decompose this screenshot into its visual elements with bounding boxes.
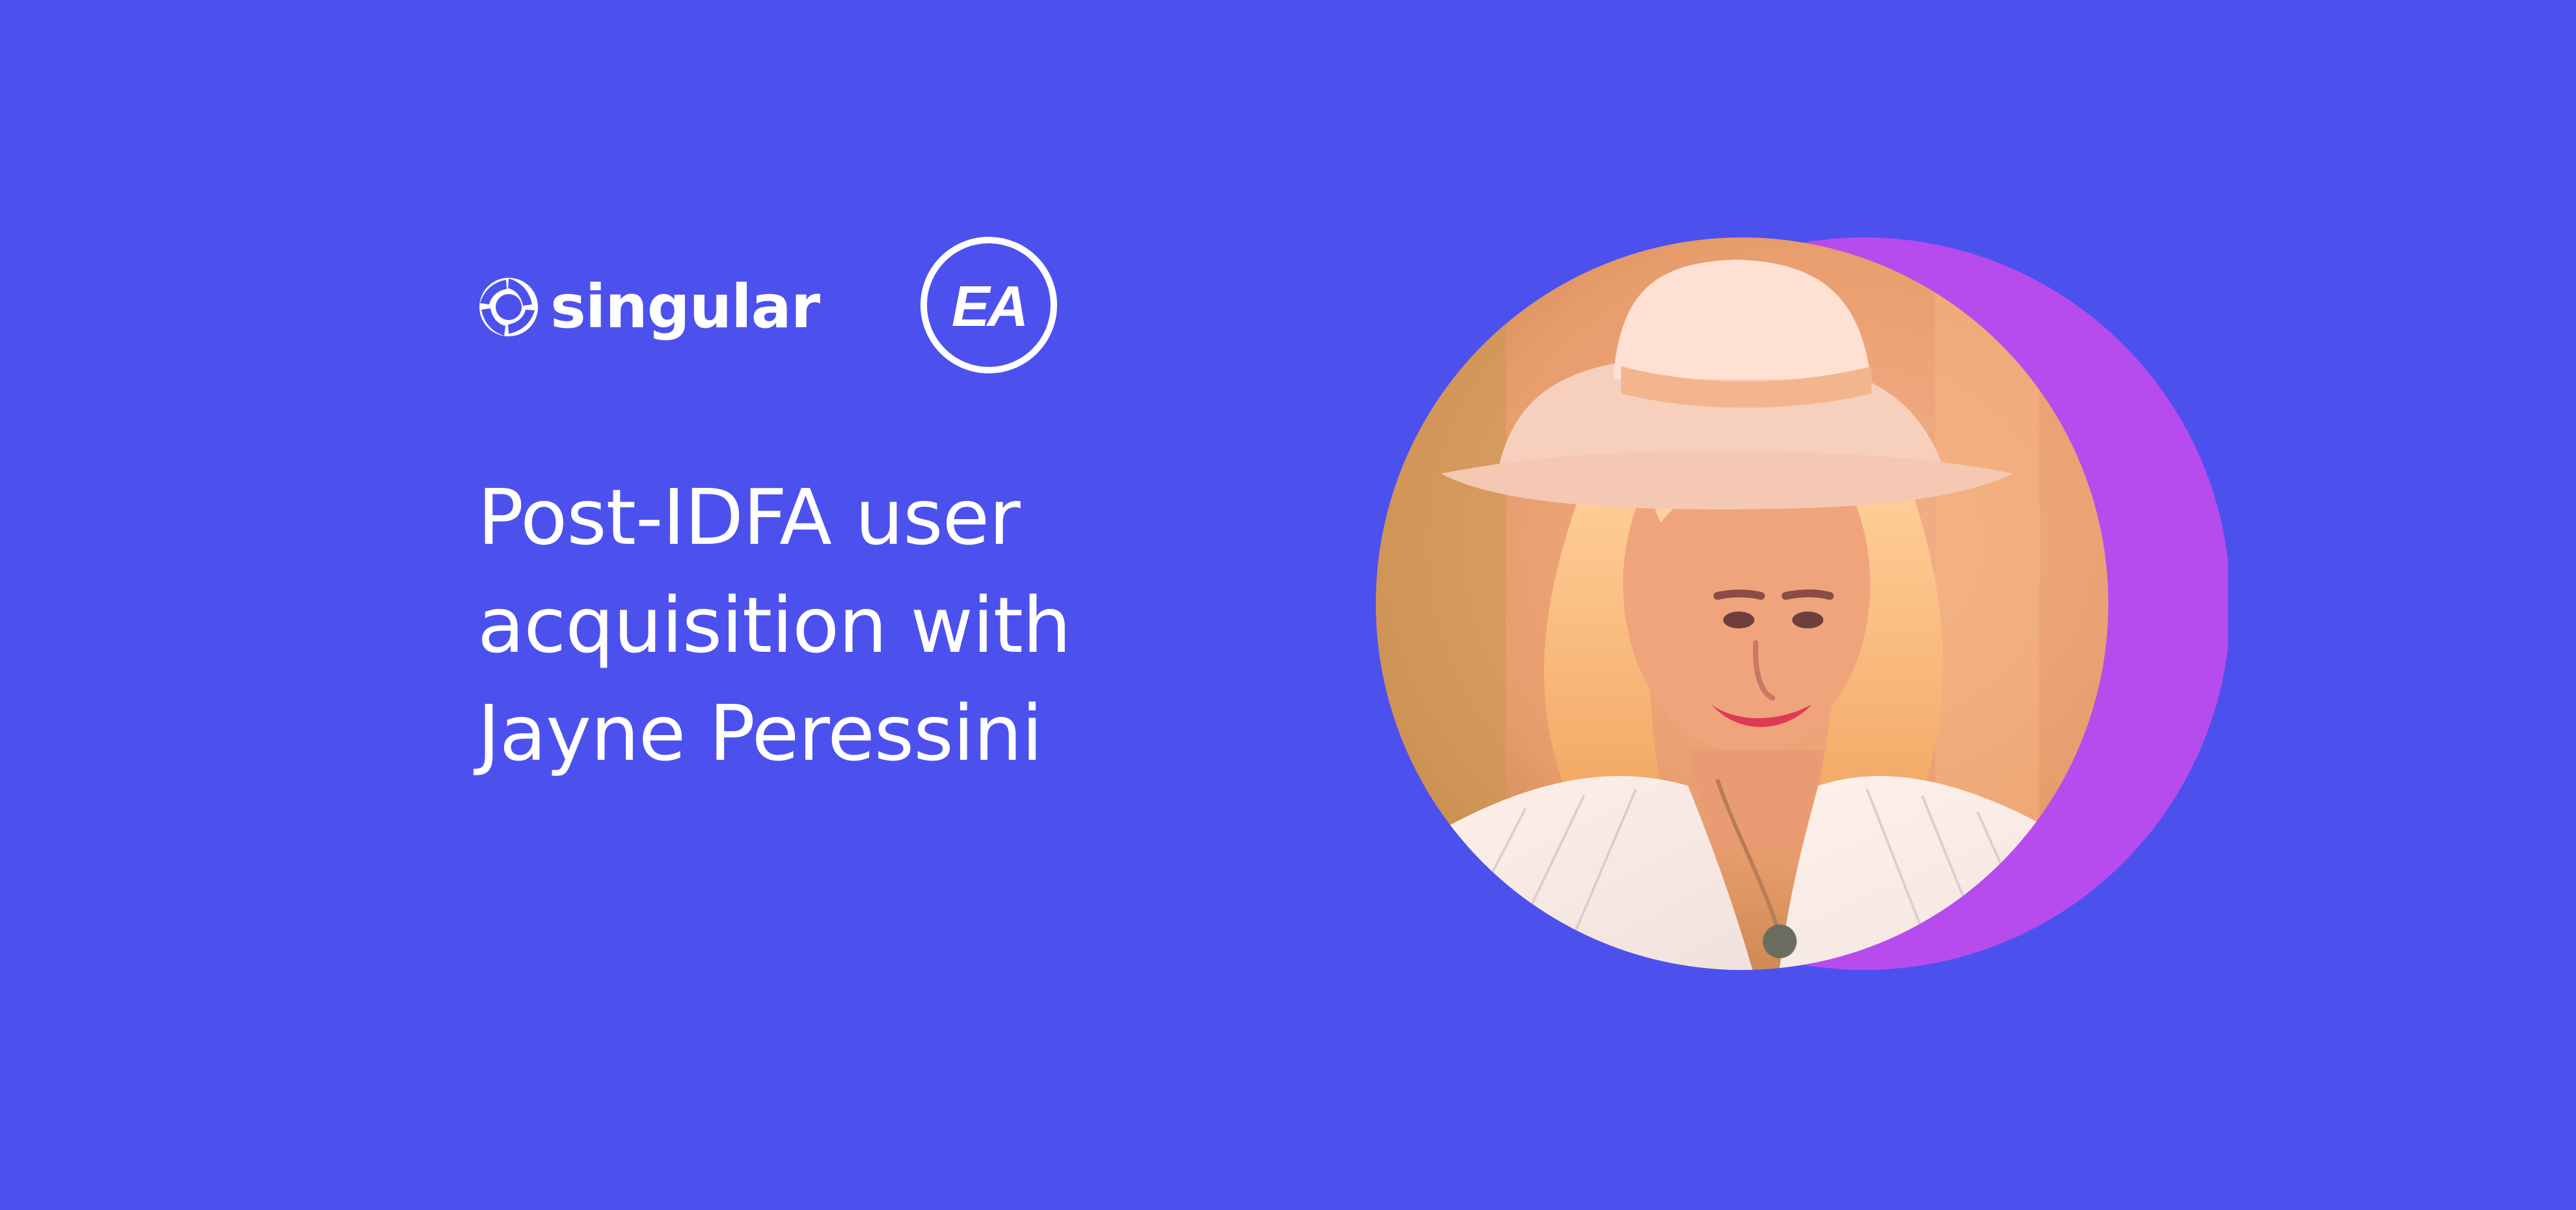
headline-line-2: acquisition with: [477, 580, 1071, 670]
singular-wordmark: singular: [550, 272, 820, 342]
singular-logo: singular: [476, 271, 820, 343]
promo-banner: singular EA Post-IDFA user acquisition w…: [0, 0, 2576, 1210]
ea-circle-icon: EA: [920, 237, 1057, 373]
headline: Post-IDFA user acquisition with Jayne Pe…: [477, 463, 1180, 787]
ea-wordmark: EA: [952, 274, 1026, 338]
portrait-artwork: [1376, 237, 2228, 970]
ea-logo: EA: [919, 235, 1058, 375]
headline-line-3: Jayne Peressini: [477, 688, 1043, 778]
headline-line-1: Post-IDFA user: [477, 472, 1021, 562]
speaker-portrait: [1363, 236, 2228, 972]
singular-aperture-icon: [479, 278, 538, 336]
